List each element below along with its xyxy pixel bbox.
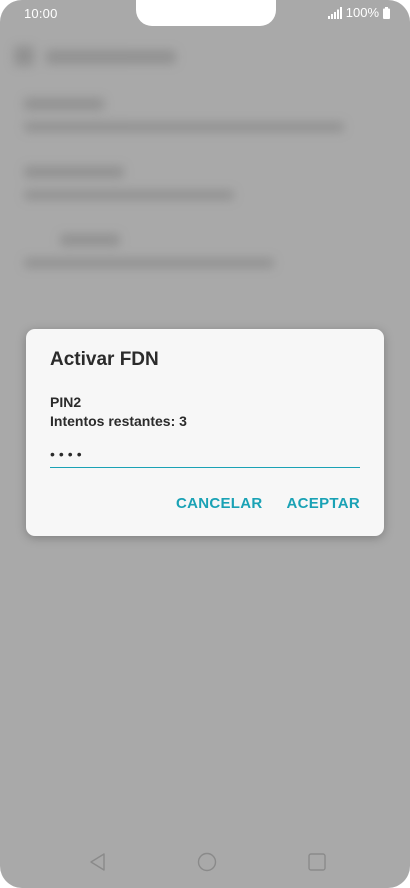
status-indicators: 100% xyxy=(327,5,390,20)
navigation-bar xyxy=(0,838,410,888)
blurred-toolbar-title xyxy=(46,50,176,64)
pin2-input[interactable] xyxy=(50,441,360,468)
blurred-row-title xyxy=(60,234,120,246)
home-icon[interactable] xyxy=(195,850,219,874)
phone-screen: 10:00 100% Activar FDN PIN2 Intentos res… xyxy=(0,0,410,888)
camera-notch xyxy=(136,0,276,26)
recents-icon[interactable] xyxy=(305,850,329,874)
dialog-title: Activar FDN xyxy=(50,349,159,370)
status-time: 10:00 xyxy=(24,6,58,21)
cancel-button[interactable]: CANCELAR xyxy=(176,495,263,512)
signal-icon xyxy=(327,6,342,19)
blurred-toolbar-icon xyxy=(14,46,34,66)
blurred-row-subtitle xyxy=(24,190,234,200)
blurred-row-subtitle xyxy=(24,258,274,268)
pin-label: PIN2 xyxy=(50,394,82,410)
back-icon[interactable] xyxy=(86,850,110,874)
blurred-row-title xyxy=(24,166,124,178)
activate-fdn-dialog: Activar FDN PIN2 Intentos restantes: 3 C… xyxy=(26,329,384,536)
battery-percent: 100% xyxy=(345,5,379,20)
remaining-attempts-label: Intentos restantes: 3 xyxy=(50,413,187,429)
dialog-actions: CANCELAR ACEPTAR xyxy=(176,495,360,512)
blurred-row-title xyxy=(24,98,104,110)
battery-icon xyxy=(383,6,390,19)
status-bar: 10:00 100% xyxy=(0,0,410,26)
accept-button[interactable]: ACEPTAR xyxy=(287,495,361,512)
blurred-row-subtitle xyxy=(24,122,344,132)
